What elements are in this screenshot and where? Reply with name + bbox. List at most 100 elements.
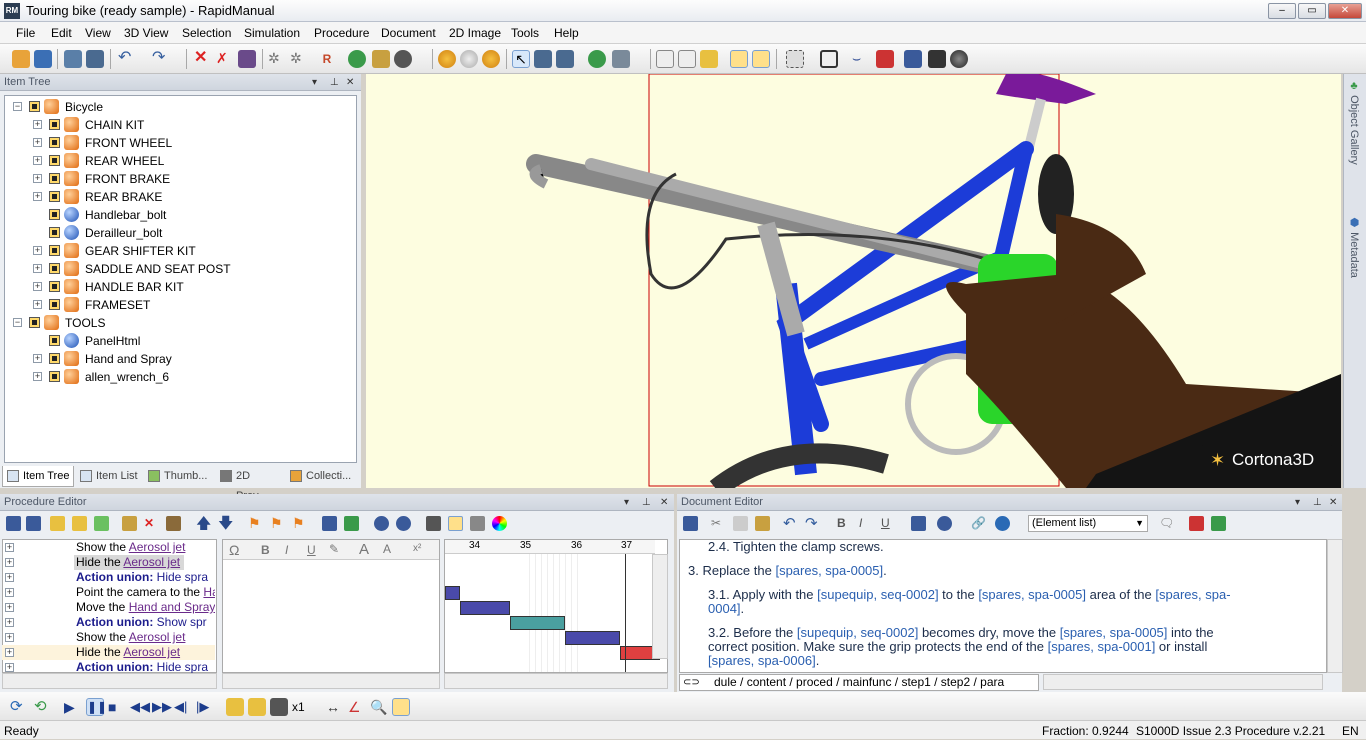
expand-icon[interactable]: + bbox=[33, 264, 42, 273]
font-size-button[interactable]: A bbox=[359, 541, 369, 558]
3d-viewport[interactable]: ✶ Cortona3D bbox=[366, 71, 1341, 497]
editor-hscroll[interactable] bbox=[222, 673, 440, 689]
hierarchy-icon[interactable] bbox=[534, 50, 552, 68]
procedure-row[interactable]: + Point the camera to the Ha bbox=[2, 585, 215, 600]
pin-icon[interactable]: ⊥ bbox=[330, 75, 339, 91]
timeline-bar[interactable] bbox=[460, 601, 510, 615]
visibility-checkbox[interactable] bbox=[49, 335, 60, 346]
visibility-checkbox[interactable] bbox=[49, 227, 60, 238]
tree-node[interactable]: Handlebar_bolt bbox=[5, 206, 345, 224]
expand-icon[interactable]: + bbox=[5, 663, 14, 672]
new-project-icon[interactable] bbox=[12, 50, 30, 68]
tree-node[interactable]: + FRONT WHEEL bbox=[5, 134, 345, 152]
doc-bold-button[interactable]: B bbox=[837, 516, 852, 531]
tab-metadata[interactable]: ⬢ Metadata bbox=[1348, 216, 1361, 278]
expand-icon[interactable]: + bbox=[33, 138, 42, 147]
comment-icon[interactable]: 🗨 bbox=[1159, 516, 1174, 531]
proc-doc-icon[interactable] bbox=[94, 516, 109, 531]
tree-node[interactable]: + CHAIN KIT bbox=[5, 116, 345, 134]
close-button[interactable]: ✕ bbox=[1328, 3, 1362, 19]
expand-icon[interactable]: + bbox=[33, 282, 42, 291]
sphere-yellow-icon[interactable] bbox=[438, 50, 456, 68]
symbol-button[interactable]: Ω bbox=[229, 542, 239, 558]
breadcrumb-hscroll[interactable] bbox=[1043, 674, 1323, 690]
next-step-icon[interactable]: |▶ bbox=[196, 698, 214, 716]
expand-icon[interactable]: + bbox=[5, 558, 14, 567]
spares-reference-link[interactable]: [spares, spa-0005] bbox=[775, 563, 883, 578]
tree-node[interactable]: PanelHtml bbox=[5, 332, 345, 350]
split-icon[interactable] bbox=[678, 50, 696, 68]
panel-close-icon[interactable]: ✕ bbox=[1329, 495, 1337, 511]
proc-substep-icon[interactable] bbox=[72, 516, 87, 531]
tree-node[interactable]: Derailleur_bolt bbox=[5, 224, 345, 242]
visibility-checkbox[interactable] bbox=[49, 155, 60, 166]
copy-icon[interactable] bbox=[733, 516, 748, 531]
menu-procedure[interactable]: Procedure bbox=[314, 26, 369, 40]
menu-3d-view[interactable]: 3D View bbox=[124, 26, 168, 40]
visibility-checkbox[interactable] bbox=[49, 263, 60, 274]
menu-edit[interactable]: Edit bbox=[51, 26, 72, 40]
procedure-row[interactable]: + Move the Hand and Spray bbox=[2, 600, 215, 615]
proc-list-hscroll[interactable] bbox=[2, 673, 217, 689]
tree-node[interactable]: + Hand and Spray bbox=[5, 350, 345, 368]
expand-icon[interactable]: + bbox=[33, 300, 42, 309]
minimize-button[interactable]: ‒ bbox=[1268, 3, 1296, 19]
flag-icon[interactable]: ⚑ bbox=[248, 516, 263, 531]
zoom-icon[interactable]: 🔍 bbox=[370, 698, 388, 716]
visibility-checkbox[interactable] bbox=[49, 245, 60, 256]
panel-close-icon[interactable]: ✕ bbox=[346, 75, 354, 91]
preview-icon[interactable] bbox=[86, 50, 104, 68]
tree-node[interactable]: + REAR BRAKE bbox=[5, 188, 345, 206]
zoom-box-icon[interactable] bbox=[786, 50, 804, 68]
procedure-row[interactable]: + Hide the Aerosol jet bbox=[2, 645, 215, 660]
menu-selection[interactable]: Selection bbox=[182, 26, 231, 40]
highlight-icon[interactable]: ✎ bbox=[329, 542, 339, 556]
proc-copy-icon[interactable] bbox=[26, 516, 41, 531]
timeline-bar[interactable] bbox=[445, 586, 460, 600]
doc-save-icon[interactable] bbox=[683, 516, 698, 531]
save-icon[interactable] bbox=[34, 50, 52, 68]
expand-icon[interactable]: + bbox=[33, 372, 42, 381]
panel-menu-icon[interactable]: ▾ bbox=[1295, 495, 1300, 511]
speed-icon[interactable]: x1 bbox=[292, 698, 310, 716]
panel-menu-icon[interactable]: ▾ bbox=[624, 495, 629, 511]
menu-simulation[interactable]: Simulation bbox=[244, 26, 300, 40]
tree-node[interactable]: − Bicycle bbox=[5, 98, 345, 116]
proc-edit-icon[interactable] bbox=[122, 516, 137, 531]
folder-icon[interactable] bbox=[700, 50, 718, 68]
angle-icon[interactable]: ∠ bbox=[348, 698, 366, 716]
properties-icon[interactable] bbox=[470, 516, 485, 531]
explode-icon[interactable]: ✲ bbox=[268, 50, 286, 68]
pin-icon[interactable]: ⊥ bbox=[642, 495, 651, 511]
select-icon[interactable]: ↖ bbox=[512, 50, 530, 68]
cut-icon[interactable]: ✂ bbox=[711, 516, 726, 531]
timeline-hscroll[interactable] bbox=[444, 673, 668, 689]
publish-icon[interactable] bbox=[64, 50, 82, 68]
expand-icon[interactable]: + bbox=[33, 246, 42, 255]
camera-fit-icon[interactable] bbox=[752, 50, 770, 68]
layers-icon[interactable] bbox=[372, 50, 390, 68]
visibility-checkbox[interactable] bbox=[49, 137, 60, 148]
find-icon[interactable] bbox=[374, 516, 389, 531]
color-wheel-icon[interactable] bbox=[492, 516, 507, 531]
spares-reference-link[interactable]: [spares, spa-0005] bbox=[1060, 625, 1168, 640]
frame-icon[interactable] bbox=[392, 698, 410, 716]
reference-icon[interactable] bbox=[995, 516, 1010, 531]
outline-icon[interactable] bbox=[322, 516, 337, 531]
italic-button[interactable]: I bbox=[285, 543, 288, 557]
element-list-select[interactable]: (Element list) ▼ bbox=[1028, 515, 1148, 532]
add-camera-icon[interactable] bbox=[904, 50, 922, 68]
tree-icon[interactable] bbox=[556, 50, 574, 68]
visibility-checkbox[interactable] bbox=[49, 173, 60, 184]
align-icon[interactable]: ⌣ bbox=[852, 50, 870, 68]
expand-icon[interactable]: + bbox=[33, 354, 42, 363]
tab-item-list[interactable]: Item List bbox=[76, 466, 142, 487]
link-icon[interactable] bbox=[344, 516, 359, 531]
object-link[interactable]: Hide spra bbox=[157, 660, 208, 674]
expand-icon[interactable]: + bbox=[5, 543, 14, 552]
object-link[interactable]: Aerosol jet bbox=[129, 630, 186, 644]
tab-thumbnails[interactable]: Thumb... bbox=[144, 466, 214, 487]
object-link[interactable]: Aerosol jet bbox=[123, 555, 180, 569]
paste-icon[interactable] bbox=[755, 516, 770, 531]
spares-reference-link[interactable]: [spares, spa-0005] bbox=[978, 587, 1086, 602]
